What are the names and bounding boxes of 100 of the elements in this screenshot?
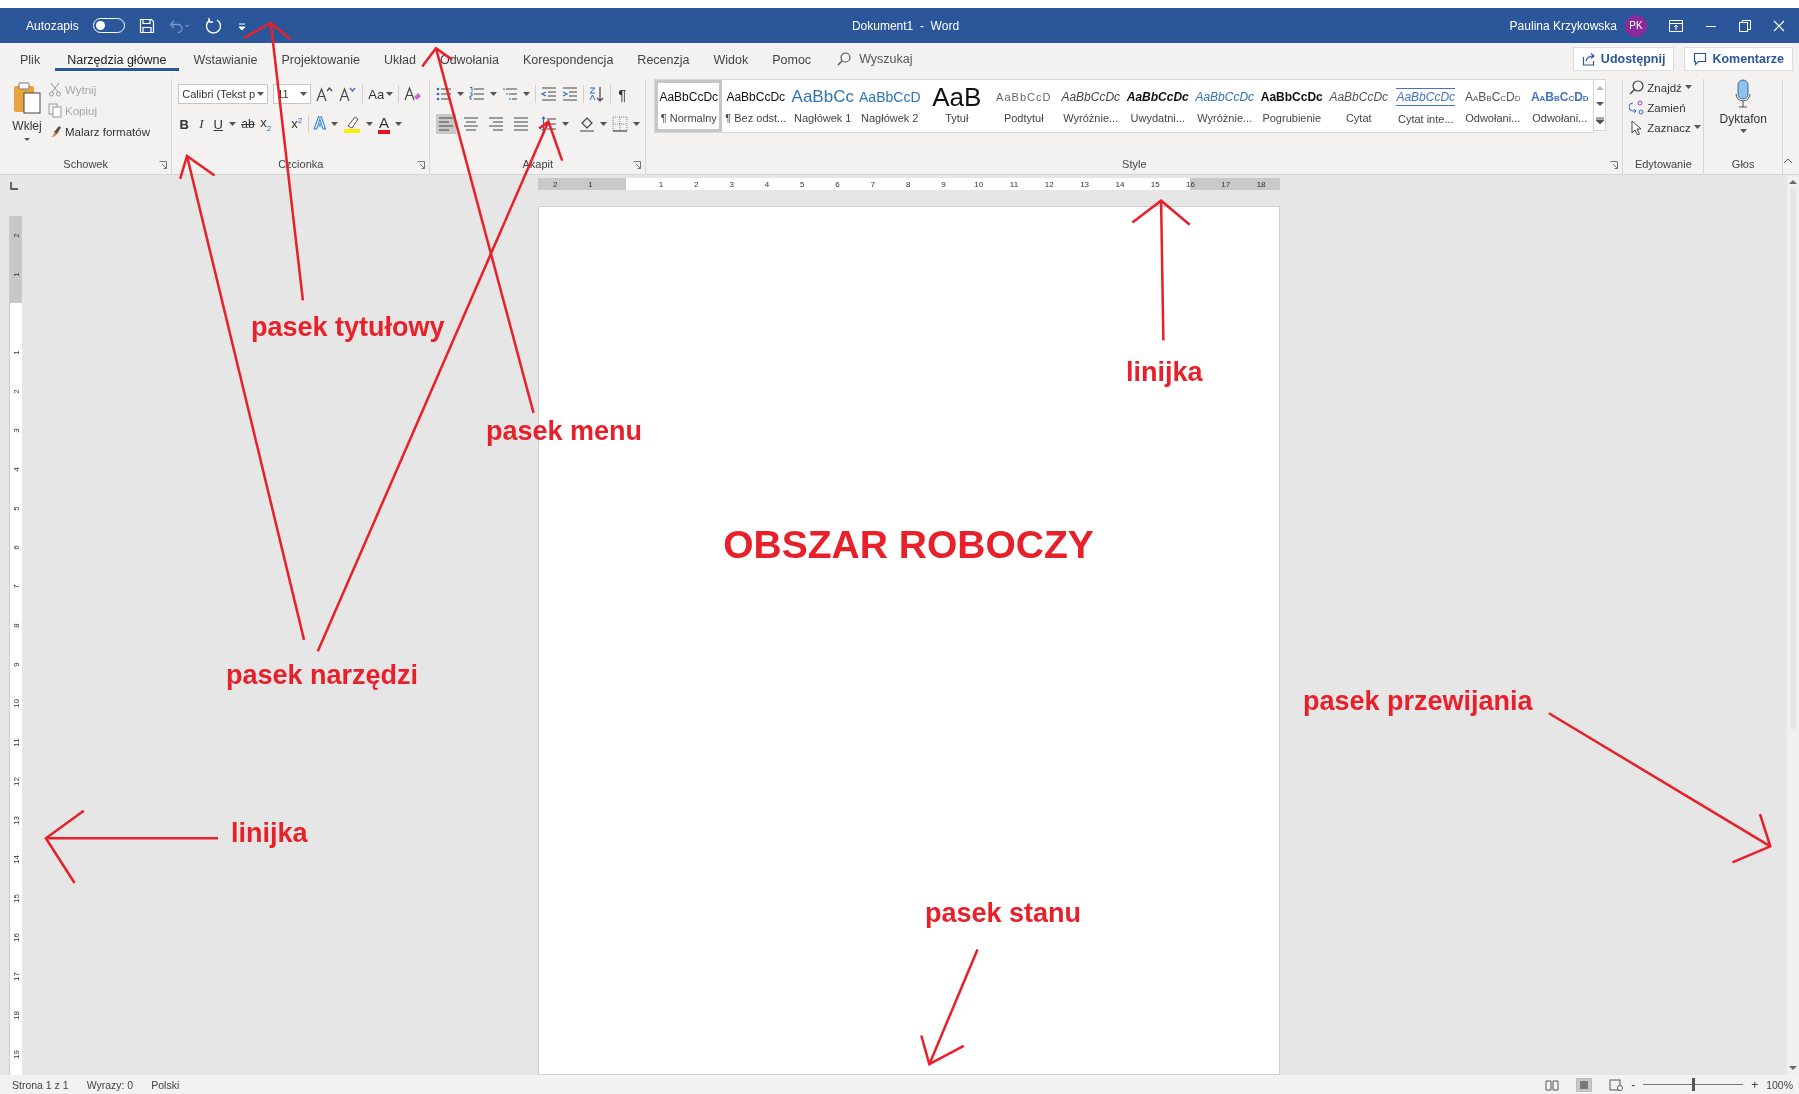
ruler-number: 2 — [11, 233, 21, 238]
style-item[interactable]: AaBbCcDc Uwydatni... — [1124, 80, 1192, 132]
font-color-button[interactable]: A — [377, 114, 390, 134]
group-label: Głos — [1731, 158, 1755, 170]
menu-tab[interactable]: Wstawianie — [181, 47, 270, 71]
zoom-in-button[interactable]: + — [1751, 1077, 1759, 1092]
menu-tab[interactable]: Projektowanie — [269, 47, 372, 71]
ruler-number: 17 — [1221, 179, 1231, 189]
style-item[interactable]: AaBbCcD Nagłówek 2 — [856, 80, 924, 132]
dictate-button[interactable]: Dyktafon — [1719, 79, 1767, 154]
ruler-number: 14 — [1115, 179, 1125, 189]
more-icon — [1595, 117, 1604, 125]
underline-button[interactable]: U — [212, 116, 225, 132]
menu-tab[interactable]: Układ — [371, 47, 428, 71]
superscript-button[interactable]: x$^{2}$ — [290, 116, 303, 132]
caret-icon[interactable] — [394, 121, 402, 127]
line-spacing-icon[interactable] — [541, 116, 558, 132]
italic-button[interactable]: I — [195, 116, 208, 132]
sort-icon[interactable] — [589, 86, 606, 102]
ribbon-display-icon[interactable] — [1669, 19, 1683, 32]
caret-icon[interactable] — [633, 121, 641, 127]
numbered-list-icon[interactable] — [469, 86, 486, 102]
style-item[interactable]: AaBbCcDc ¶ Normalny — [655, 80, 723, 132]
style-item[interactable]: AaBbCc Nagłówek 1 — [789, 80, 857, 132]
style-item[interactable]: AaBbCcDc ¶ Bez odst... — [722, 80, 790, 132]
scroll-down-icon — [1789, 1065, 1797, 1071]
caret-icon[interactable] — [330, 121, 338, 127]
window-title: Dokument1 - Word — [851, 18, 960, 33]
decrease-indent-icon[interactable] — [541, 86, 558, 102]
highlighter-icon[interactable] — [342, 115, 361, 133]
increase-indent-icon[interactable] — [562, 86, 579, 102]
dialog-launcher-icon[interactable] — [633, 161, 642, 169]
caret-icon[interactable] — [562, 121, 570, 127]
show-formatting-button[interactable]: ¶ — [616, 85, 629, 103]
paint-bucket-icon[interactable] — [579, 116, 596, 132]
redo-icon[interactable] — [204, 16, 223, 35]
menu-tab[interactable]: Pomoc — [760, 47, 824, 71]
bullet-list-icon[interactable] — [436, 86, 453, 102]
read-mode-icon[interactable] — [1545, 1078, 1560, 1091]
shrink-font-icon[interactable] — [339, 86, 358, 102]
font-name-field[interactable]: Calibri (Tekst p — [178, 84, 269, 104]
comments-button[interactable]: Komentarze — [1684, 47, 1793, 71]
close-icon[interactable] — [1773, 19, 1785, 32]
menu-tab[interactable]: Recenzja — [625, 47, 702, 71]
style-item[interactable]: AaB Tytuł — [923, 80, 991, 132]
user-avatar[interactable]: PK — [1625, 14, 1647, 37]
style-item[interactable]: AaBbCcDc Wyróżnie... — [1057, 80, 1125, 132]
clipboard-format-painter-button[interactable]: Malarz formatów — [48, 124, 150, 139]
scroll-up-icon — [1789, 179, 1797, 185]
editing-select-button[interactable]: Zaznacz — [1629, 120, 1698, 135]
collapse-ribbon-icon[interactable] — [1783, 158, 1793, 164]
print-layout-icon[interactable] — [1577, 1078, 1592, 1091]
style-item[interactable]: AaBbCcDc Cytat — [1325, 80, 1393, 132]
style-item[interactable]: AaBbCcD Podtytuł — [990, 80, 1058, 132]
style-item[interactable]: AaBbCcDc Wyróżnie... — [1191, 80, 1259, 132]
caret-icon[interactable] — [600, 121, 608, 127]
menu-tab[interactable]: Plik — [8, 47, 53, 71]
tab-selector-icon[interactable] — [9, 181, 19, 191]
ruler-number: 10 — [11, 699, 21, 708]
editing-find-button[interactable]: Znajdź — [1629, 80, 1698, 95]
style-item[interactable]: AaBbCcDd Odwołani... — [1459, 80, 1527, 132]
style-item[interactable]: AaBbCcDc Cytat inte... — [1392, 80, 1460, 132]
paste-button[interactable]: Wklej — [12, 79, 42, 154]
menu-tab[interactable]: Narzędzia główne — [55, 47, 179, 71]
ruler-number: 9 — [941, 179, 946, 189]
dialog-launcher-icon[interactable] — [1610, 161, 1619, 169]
grow-font-icon[interactable] — [316, 86, 335, 102]
web-layout-icon[interactable] — [1609, 1078, 1624, 1091]
ruler-number: 17 — [11, 972, 21, 981]
clear-formatting-icon[interactable] — [404, 86, 423, 102]
bold-button[interactable]: B — [178, 116, 191, 132]
caret-icon[interactable] — [490, 91, 498, 97]
multilevel-list-icon[interactable] — [502, 86, 519, 102]
menu-tab[interactable]: Widok — [701, 47, 761, 71]
menu-tab[interactable]: Korespondencja — [511, 47, 626, 71]
group-label: Schowek — [63, 158, 108, 170]
caret-icon[interactable] — [365, 121, 373, 127]
caret-icon[interactable] — [457, 91, 465, 97]
annotation-label: pasek przewijania — [1303, 686, 1533, 717]
ruler-number: 1 — [588, 179, 593, 189]
subscript-button[interactable]: x$_{2}$ — [259, 115, 272, 133]
search-field[interactable]: Wyszukaj — [837, 52, 913, 66]
share-button[interactable]: Udostępnij — [1572, 47, 1675, 71]
dropdown-caret-icon — [300, 91, 308, 97]
caret-icon[interactable] — [229, 121, 237, 127]
restore-icon[interactable] — [1739, 19, 1751, 32]
change-case-button[interactable]: Aa — [368, 86, 394, 102]
ruler-number: 8 — [11, 623, 21, 628]
strikethrough-button[interactable]: ab — [241, 117, 255, 131]
save-icon[interactable] — [138, 17, 155, 34]
dialog-launcher-icon[interactable] — [417, 161, 426, 169]
align-left-icon[interactable] — [436, 114, 457, 134]
style-item[interactable]: AaBbCcDd Odwołani... — [1526, 80, 1594, 132]
borders-icon[interactable] — [612, 116, 629, 132]
caret-icon[interactable] — [523, 91, 531, 97]
editing-replace-button[interactable]: Zamień — [1629, 100, 1698, 115]
gallery-scrollbar[interactable] — [1594, 79, 1607, 131]
style-item[interactable]: AaBbCcDc Pogrubienie — [1258, 80, 1326, 132]
dialog-launcher-icon[interactable] — [159, 161, 168, 169]
zoom-out-button[interactable]: - — [1631, 1077, 1636, 1092]
